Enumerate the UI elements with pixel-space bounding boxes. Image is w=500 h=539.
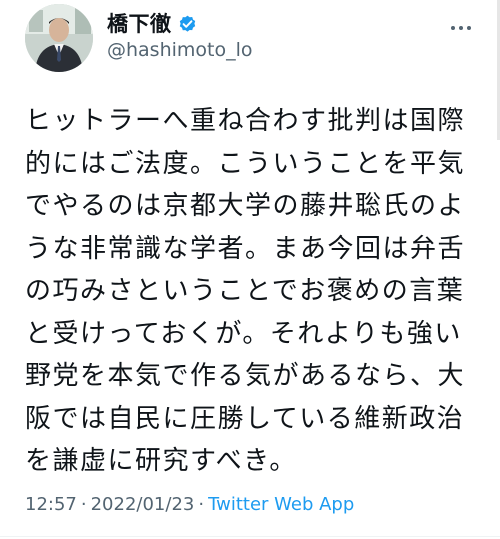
tweet-date[interactable]: 2022/01/23 <box>91 494 195 515</box>
author-handle[interactable]: @hashimoto_lo <box>107 39 253 61</box>
author-names: 橋下徹 @hashimoto_lo <box>107 10 253 61</box>
verified-badge-icon <box>177 13 198 34</box>
meta-separator: · <box>80 494 87 515</box>
meta-separator-2: · <box>198 494 205 515</box>
divider <box>0 536 500 537</box>
tweet-source-link[interactable]: Twitter Web App <box>208 494 354 515</box>
avatar[interactable] <box>25 4 93 72</box>
tweet-meta: 12:57 · 2022/01/23 · Twitter Web App <box>25 494 354 515</box>
display-name-row: 橋下徹 <box>107 10 253 36</box>
avatar-photo <box>25 4 93 72</box>
tweet-time[interactable]: 12:57 <box>25 494 77 515</box>
tweet: 橋下徹 @hashimoto_lo ヒットラーへ重ね合わす批判は国際 的にはご法… <box>0 0 500 539</box>
tweet-text: ヒットラーへ重ね合わす批判は国際 的にはご法度。こういうことを平気 でやるのは京… <box>25 106 466 476</box>
tweet-header: 橋下徹 @hashimoto_lo <box>25 4 480 74</box>
more-options-icon[interactable] <box>450 18 472 30</box>
display-name[interactable]: 橋下徹 <box>107 8 172 38</box>
